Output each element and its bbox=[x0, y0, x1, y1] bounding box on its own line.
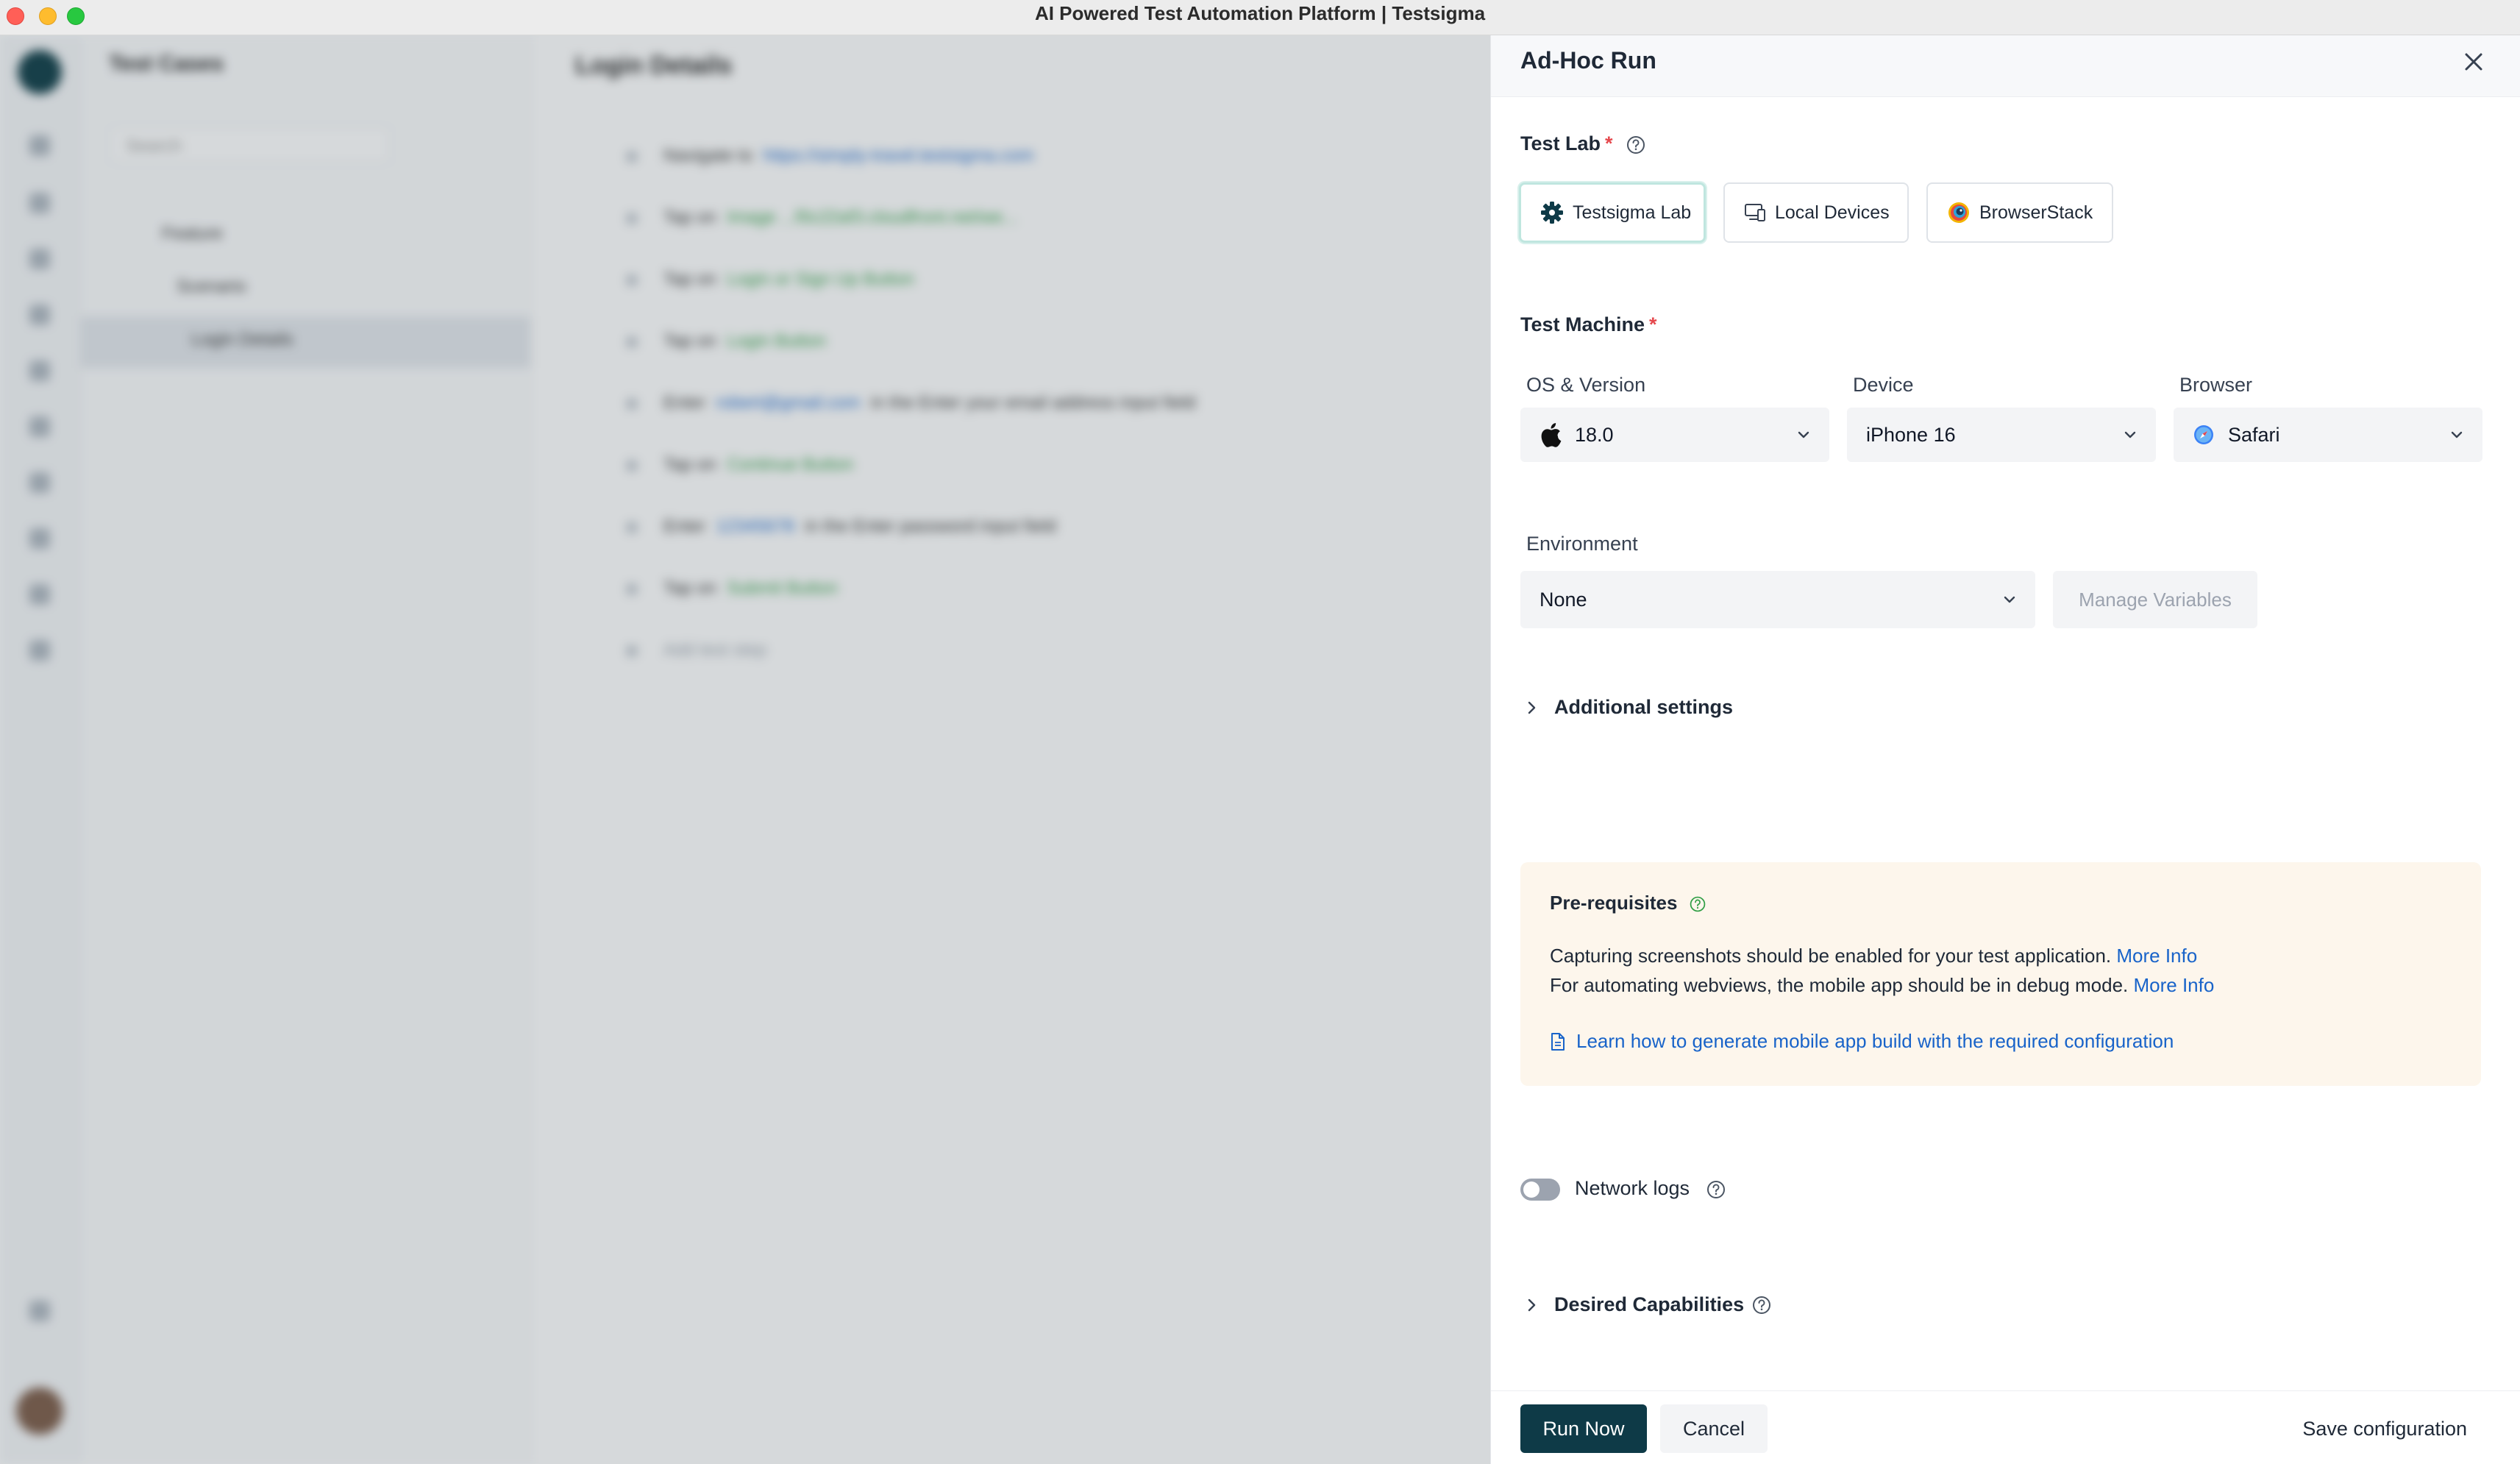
desired-capabilities-label: Desired Capabilities bbox=[1554, 1293, 1745, 1315]
prerequisites-panel: Pre-requisites Capturing screenshots sho… bbox=[1520, 862, 2481, 1086]
test-machine-label-text: Test Machine bbox=[1520, 313, 1645, 335]
environment-select[interactable]: None bbox=[1520, 571, 2035, 628]
device-select[interactable]: iPhone 16 bbox=[1847, 408, 2156, 462]
additional-settings-toggle[interactable]: Additional settings bbox=[1526, 696, 1733, 719]
prerequisites-title: Pre-requisites bbox=[1550, 892, 1706, 914]
window-title: AI Powered Test Automation Platform | Te… bbox=[1034, 2, 1486, 24]
prerequisites-title-text: Pre-requisites bbox=[1550, 892, 1678, 914]
test-lab-option-local[interactable]: Local Devices bbox=[1723, 182, 1909, 243]
safari-icon bbox=[2194, 425, 2213, 444]
test-lab-option-testsigma[interactable]: Testsigma Lab bbox=[1519, 182, 1706, 243]
drawer-title: Ad-Hoc Run bbox=[1520, 47, 1656, 74]
drawer-header: Ad-Hoc Run bbox=[1491, 35, 2520, 97]
prerequisite-screenshots: Capturing screenshots should be enabled … bbox=[1550, 945, 2197, 967]
close-drawer-button[interactable] bbox=[2459, 47, 2488, 77]
chevron-right-icon bbox=[1528, 1298, 1536, 1311]
device-value: iPhone 16 bbox=[1866, 423, 1956, 446]
chevron-right-icon bbox=[1528, 701, 1536, 714]
test-lab-label: Test Lab * bbox=[1520, 132, 1646, 155]
apple-icon bbox=[1541, 423, 1562, 447]
help-icon[interactable] bbox=[1751, 1295, 1772, 1315]
cancel-button[interactable]: Cancel bbox=[1660, 1404, 1768, 1453]
prerequisite-text: For automating webviews, the mobile app … bbox=[1550, 974, 2129, 996]
document-icon bbox=[1551, 1032, 1565, 1051]
test-lab-option-label: Local Devices bbox=[1775, 202, 1890, 223]
close-icon bbox=[2465, 53, 2482, 71]
chevron-down-icon bbox=[1798, 431, 1809, 438]
test-machine-label: Test Machine * bbox=[1520, 313, 1657, 336]
network-logs-label: Network logs bbox=[1575, 1177, 1726, 1200]
drawer-footer: Run Now Cancel Save configuration bbox=[1491, 1390, 2520, 1464]
gear-icon bbox=[1541, 202, 1563, 224]
browser-select[interactable]: Safari bbox=[2174, 408, 2482, 462]
os-version-value: 18.0 bbox=[1575, 423, 1614, 446]
manage-variables-button[interactable]: Manage Variables bbox=[2053, 571, 2257, 628]
run-now-button[interactable]: Run Now bbox=[1520, 1404, 1647, 1453]
test-lab-option-label: BrowserStack bbox=[1979, 202, 2093, 223]
mobile-build-doc-text: Learn how to generate mobile app build w… bbox=[1576, 1030, 2174, 1052]
required-mark: * bbox=[1605, 132, 1613, 154]
test-lab-option-browserstack[interactable]: BrowserStack bbox=[1926, 182, 2113, 243]
device-label: Device bbox=[1853, 374, 1914, 396]
help-icon[interactable] bbox=[1689, 895, 1706, 913]
browser-value: Safari bbox=[2228, 423, 2280, 446]
modal-overlay[interactable] bbox=[0, 35, 1490, 1464]
adhoc-run-drawer: Ad-Hoc Run Test Lab * Testsigma Lab Loca… bbox=[1490, 35, 2520, 1464]
test-lab-option-label: Testsigma Lab bbox=[1573, 202, 1692, 223]
prerequisite-text: Capturing screenshots should be enabled … bbox=[1550, 945, 2112, 967]
chevron-down-icon bbox=[2124, 431, 2136, 438]
help-icon[interactable] bbox=[1706, 1179, 1726, 1200]
browserstack-icon bbox=[1948, 202, 1969, 223]
environment-label: Environment bbox=[1526, 533, 1638, 555]
more-info-link[interactable]: More Info bbox=[2116, 945, 2197, 967]
devices-icon bbox=[1745, 204, 1765, 221]
environment-value: None bbox=[1540, 588, 1587, 611]
save-configuration-button[interactable]: Save configuration bbox=[2302, 1418, 2467, 1440]
desired-capabilities-toggle[interactable]: Desired Capabilities bbox=[1526, 1293, 1788, 1316]
mobile-build-doc-link[interactable]: Learn how to generate mobile app build w… bbox=[1550, 1030, 2174, 1053]
browser-label: Browser bbox=[2179, 374, 2253, 396]
test-lab-label-text: Test Lab bbox=[1520, 132, 1601, 154]
network-logs-text: Network logs bbox=[1575, 1177, 1690, 1199]
network-logs-toggle[interactable] bbox=[1520, 1179, 1560, 1201]
background-app: Test Cases Search Feature Scenario Login… bbox=[0, 35, 1490, 1464]
help-icon[interactable] bbox=[1626, 135, 1646, 155]
required-mark: * bbox=[1649, 313, 1657, 335]
window-titlebar: AI Powered Test Automation Platform | Te… bbox=[0, 0, 2520, 35]
more-info-link[interactable]: More Info bbox=[2134, 974, 2215, 996]
os-version-select[interactable]: 18.0 bbox=[1520, 408, 1829, 462]
prerequisite-webviews: For automating webviews, the mobile app … bbox=[1550, 974, 2214, 997]
chevron-down-icon bbox=[2004, 596, 2015, 603]
toggle-knob bbox=[1523, 1181, 1540, 1198]
chevron-down-icon bbox=[2451, 431, 2463, 438]
additional-settings-label: Additional settings bbox=[1554, 696, 1733, 718]
os-version-label: OS & Version bbox=[1526, 374, 1646, 396]
